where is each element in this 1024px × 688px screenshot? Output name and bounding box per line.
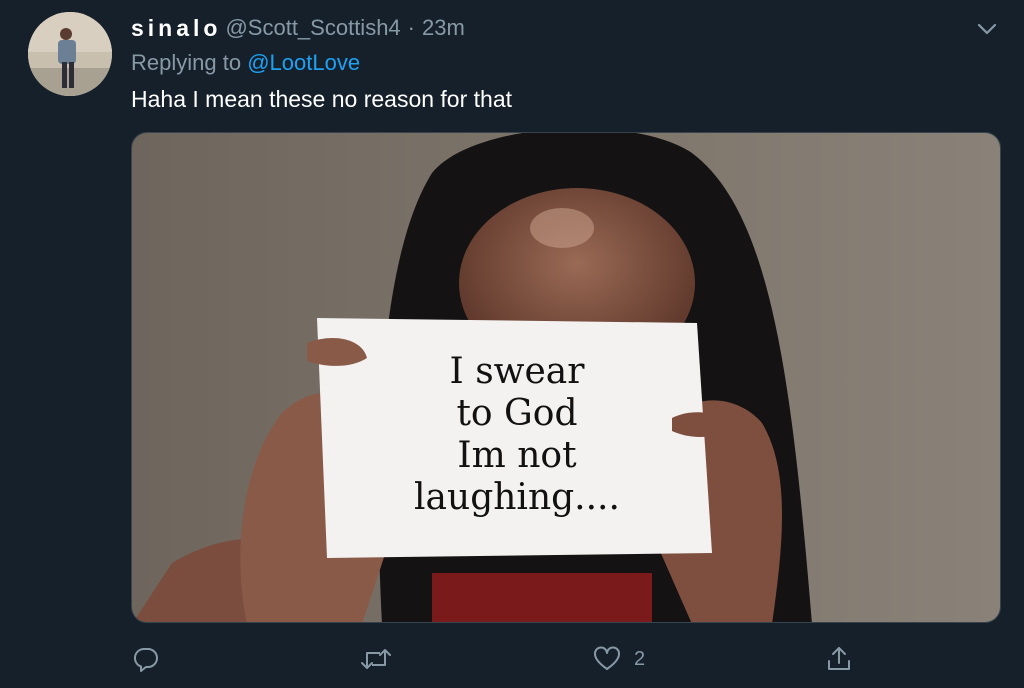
- reply-button[interactable]: [131, 640, 173, 678]
- reply-icon: [131, 644, 161, 674]
- separator-dot: ·: [407, 15, 415, 40]
- share-icon: [824, 644, 854, 674]
- user-handle[interactable]: @Scott_Scottish4: [225, 15, 400, 41]
- tweet-text: Haha I mean these no reason for that: [131, 86, 513, 112]
- share-button[interactable]: [824, 640, 854, 678]
- heart-icon: [592, 644, 622, 674]
- chevron-down-icon[interactable]: [974, 16, 1000, 42]
- replying-to: Replying to @LootLove: [131, 50, 360, 76]
- retweet-icon: [359, 644, 393, 674]
- like-button[interactable]: 2: [592, 640, 645, 678]
- tweet[interactable]: sinalo @Scott_Scottish4 · 23m Replying t…: [0, 0, 1024, 688]
- sign-line-2: to God: [456, 393, 577, 434]
- sign-line-4: laughing....: [414, 477, 620, 518]
- sign-line-3: Im not: [457, 435, 577, 476]
- media-image: I swear to God Im not laughing....: [132, 133, 1000, 622]
- sign-line-1: I swear: [450, 351, 586, 392]
- avatar-image: [28, 12, 112, 96]
- replying-prefix: Replying to: [131, 50, 242, 75]
- like-count: 2: [634, 647, 646, 670]
- tweet-media[interactable]: I swear to God Im not laughing....: [131, 132, 1001, 623]
- tweet-header: sinalo @Scott_Scottish4 · 23m: [131, 12, 465, 44]
- tweet-actions: 2: [131, 640, 1001, 678]
- reply-mention-link[interactable]: @LootLove: [247, 50, 360, 75]
- retweet-button[interactable]: [359, 640, 405, 678]
- display-name[interactable]: sinalo: [131, 15, 221, 42]
- timestamp[interactable]: 23m: [422, 15, 465, 41]
- avatar[interactable]: [28, 12, 112, 96]
